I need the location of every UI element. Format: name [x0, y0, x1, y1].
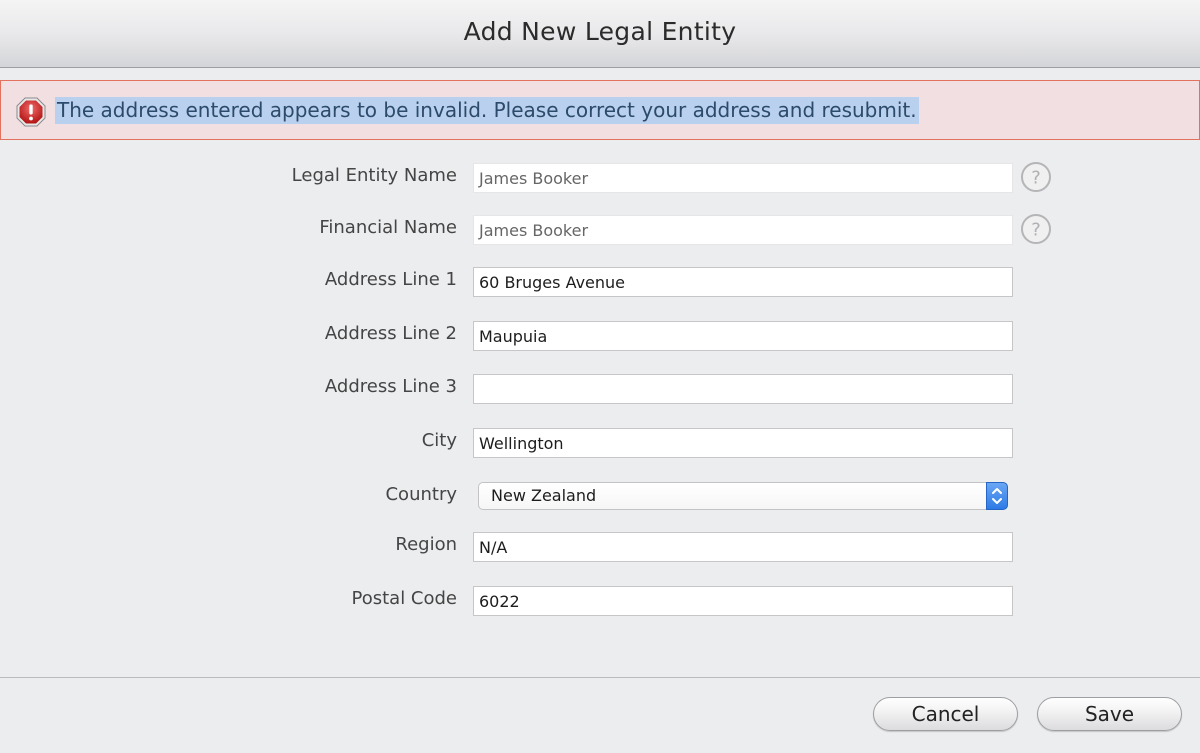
city-input[interactable]: Wellington [473, 428, 1013, 458]
legal-entity-name-label: Legal Entity Name [291, 165, 457, 186]
select-arrows-icon[interactable] [986, 482, 1008, 510]
financial-name-label: Financial Name [319, 217, 457, 238]
address-line-1-input[interactable]: 60 Bruges Avenue [473, 267, 1013, 297]
stop-alert-icon [16, 97, 46, 127]
address-line-1-label: Address Line 1 [324, 269, 457, 290]
country-label: Country [385, 484, 457, 505]
country-select[interactable]: New Zealand [478, 482, 1008, 510]
city-label: City [421, 430, 457, 451]
help-icon[interactable]: ? [1020, 161, 1052, 193]
address-line-2-input[interactable]: Maupuia [473, 321, 1013, 351]
row-address-line-3: Address Line 3 [0, 374, 1200, 406]
row-address-line-1: Address Line 1 60 Bruges Avenue [0, 267, 1200, 299]
postal-code-input[interactable]: 6022 [473, 586, 1013, 616]
row-financial-name: Financial Name James Booker ? [0, 213, 1200, 247]
row-city: City Wellington [0, 428, 1200, 460]
help-icon[interactable]: ? [1020, 213, 1052, 245]
svg-text:?: ? [1031, 220, 1041, 241]
region-input[interactable]: N/A [473, 532, 1013, 562]
region-label: Region [395, 534, 457, 555]
dialog-titlebar: Add New Legal Entity [0, 0, 1200, 68]
save-button[interactable]: Save [1037, 697, 1182, 731]
error-message: The address entered appears to be invali… [55, 97, 919, 124]
postal-code-label: Postal Code [351, 588, 458, 609]
address-line-3-label: Address Line 3 [324, 376, 457, 397]
country-selected-value: New Zealand [491, 486, 597, 505]
dialog-title: Add New Legal Entity [463, 17, 737, 46]
row-country: Country New Zealand [0, 482, 1200, 514]
chevron-up-down-icon [992, 488, 1002, 504]
address-line-2-label: Address Line 2 [324, 323, 457, 344]
svg-text:?: ? [1031, 168, 1041, 189]
legal-entity-name-field[interactable]: James Booker [473, 163, 1013, 193]
financial-name-field[interactable]: James Booker [473, 215, 1013, 245]
row-address-line-2: Address Line 2 Maupuia [0, 321, 1200, 353]
row-region: Region N/A [0, 532, 1200, 564]
row-legal-entity-name: Legal Entity Name James Booker ? [0, 161, 1200, 195]
address-line-3-input[interactable] [473, 374, 1013, 404]
row-postal-code: Postal Code 6022 [0, 586, 1200, 618]
cancel-button[interactable]: Cancel [873, 697, 1018, 731]
footer-divider [0, 677, 1200, 678]
add-legal-entity-dialog: Add New Legal Entity The address entered… [0, 0, 1200, 753]
error-banner: The address entered appears to be invali… [0, 80, 1200, 140]
